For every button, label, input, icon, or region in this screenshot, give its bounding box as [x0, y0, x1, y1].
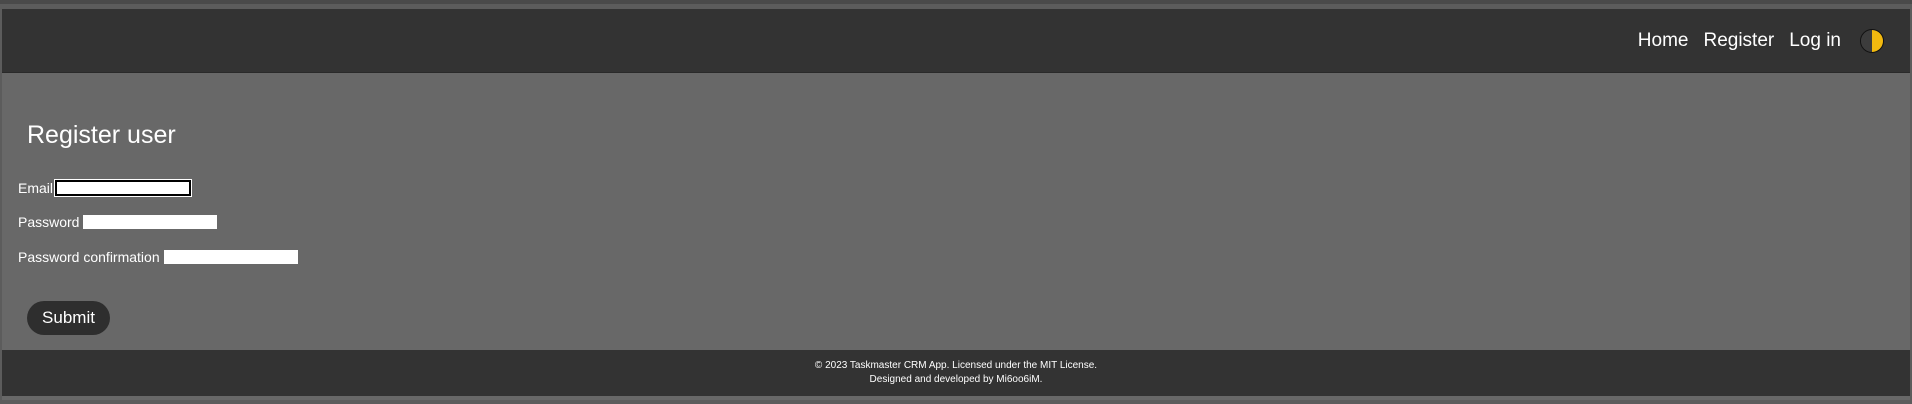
password-field[interactable]: [83, 215, 218, 229]
page-frame: Home Register Log in Register user Email…: [2, 9, 1910, 400]
password-confirmation-field[interactable]: [163, 250, 298, 264]
nav-login-link[interactable]: Log in: [1789, 30, 1841, 52]
theme-toggle-icon[interactable]: [1860, 28, 1884, 53]
footer: © 2023 Taskmaster CRM App. Licensed unde…: [2, 350, 1910, 396]
top-border: [0, 0, 1912, 4]
email-row: Email: [18, 180, 192, 196]
password-confirmation-row: Password confirmation: [18, 249, 298, 265]
footer-credits: Designed and developed by Mi6oo6iM.: [869, 374, 1043, 385]
page-title: Register user: [27, 121, 176, 149]
nav-register-link[interactable]: Register: [1703, 30, 1774, 52]
email-field[interactable]: [55, 180, 192, 196]
theme-light-half: [1872, 29, 1883, 52]
footer-copyright: © 2023 Taskmaster CRM App. Licensed unde…: [814, 360, 1098, 371]
email-label: Email: [18, 180, 54, 196]
theme-dark-half: [1861, 29, 1872, 52]
password-confirmation-label: Password confirmation: [18, 249, 160, 265]
password-label: Password: [18, 214, 80, 230]
navbar: Home Register Log in: [2, 9, 1910, 73]
password-row: Password: [18, 214, 218, 230]
submit-button[interactable]: Submit: [27, 301, 110, 335]
nav-links: Home Register Log in: [1638, 9, 1884, 72]
nav-home-link[interactable]: Home: [1638, 30, 1689, 52]
